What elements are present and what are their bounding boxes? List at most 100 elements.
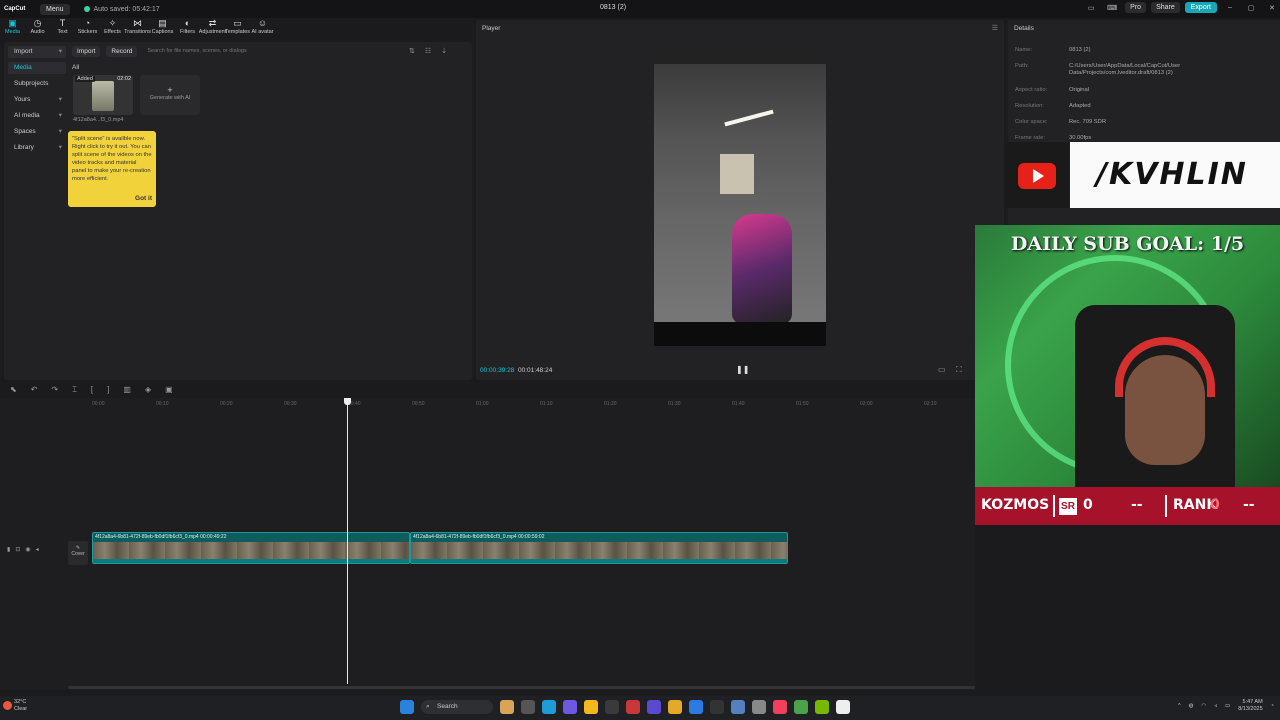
video-preview[interactable] (654, 40, 826, 346)
chevron-up-icon[interactable]: ^ (1178, 703, 1181, 709)
shortcut-icon[interactable]: ⌨ (1104, 4, 1120, 12)
cover-button[interactable]: ✎ Cover (68, 541, 88, 565)
detail-label: Frame rate: (1015, 135, 1045, 141)
sidebar-item-import[interactable]: Import ▾ (8, 46, 66, 58)
sort-icon[interactable]: ⇣ (441, 47, 447, 55)
weather-widget[interactable]: 32°C Clear (3, 699, 27, 713)
store-icon[interactable] (605, 700, 619, 714)
chrome-icon[interactable] (668, 700, 682, 714)
notification-icon[interactable]: ◔ (1271, 703, 1274, 709)
windows-start-icon[interactable] (400, 700, 414, 714)
app-icon[interactable] (794, 700, 808, 714)
time-ruler[interactable]: 00:00 00:10 00:20 00:30 00:40 00:50 01:00 01:10… (68, 398, 975, 410)
transitions-icon: ⋈ (133, 18, 142, 28)
sidebar-item-label: Import (14, 48, 33, 55)
tool-stickers[interactable]: ◔ Stickers (75, 18, 100, 40)
lock-icon[interactable]: ▮ (7, 546, 10, 553)
playhead-handle[interactable] (344, 398, 351, 405)
tool-label: Adjustment (198, 29, 227, 35)
app-icon[interactable] (689, 700, 703, 714)
share-button[interactable]: Share (1151, 2, 1180, 13)
battery-icon[interactable]: ▭ (1225, 703, 1230, 709)
shield-icon[interactable]: ◈ (145, 385, 151, 399)
chevron-down-icon: ▾ (58, 112, 62, 119)
taskbar-search[interactable]: ⌕ Search (421, 700, 493, 714)
volume-icon[interactable]: ◃ (1214, 703, 1217, 709)
maximize-icon[interactable]: ▢ (1243, 4, 1259, 12)
clock[interactable]: 5:47 AM 8/13/2025 (1238, 699, 1262, 713)
capcut-icon[interactable] (836, 700, 850, 714)
tool-text[interactable]: T Text (50, 18, 75, 40)
tool-media[interactable]: ▣ Media (0, 18, 25, 40)
layout-icon[interactable]: ▭ (1083, 4, 1099, 12)
tool-captions[interactable]: ▤ Captions (150, 18, 175, 40)
video-clip[interactable]: 4f12a8a4-6b81-472f-89eb-fb0df1fb6cf3_0.m… (92, 532, 410, 564)
sidebar-item-spaces[interactable]: Spaces ▾ (8, 126, 66, 138)
app-icon[interactable] (731, 700, 745, 714)
sidebar-item-media[interactable]: Media (8, 62, 66, 74)
audio-icon[interactable]: ◂ (36, 546, 39, 553)
app-tray-icon[interactable]: ◍ (1189, 703, 1194, 709)
media-search-input[interactable]: Search for file names, scenes, or dialog… (143, 45, 383, 57)
tool-effects[interactable]: ✧ Effects (100, 18, 125, 40)
minimize-icon[interactable]: – (1222, 4, 1238, 11)
generate-ai-card[interactable]: + Generate with AI (140, 75, 200, 115)
player-menu-icon[interactable]: ☰ (992, 24, 998, 32)
tool-adjustment[interactable]: ⇄ Adjustment (198, 18, 227, 40)
tool-filters[interactable]: ◐ Filters (175, 18, 200, 40)
timeline-scrollbar[interactable] (68, 686, 975, 689)
image-icon[interactable]: ▣ (165, 385, 173, 399)
tool-ai-avatar[interactable]: ☺ AI avatar (250, 18, 275, 40)
autosave-icon (83, 6, 90, 12)
pro-button[interactable]: Pro (1125, 2, 1147, 13)
terminal-icon[interactable] (710, 700, 724, 714)
trim-left-icon[interactable]: [ (91, 385, 93, 399)
clip-waveform (93, 559, 409, 563)
delete-icon[interactable]: ▥ (123, 385, 131, 399)
fullscreen-icon[interactable]: ⛶ (956, 365, 962, 375)
sidebar-item-ai-media[interactable]: AI media ▾ (8, 110, 66, 122)
all-filter[interactable]: All (72, 64, 79, 71)
tool-audio[interactable]: ◷ Audio (25, 18, 50, 40)
music-icon[interactable] (773, 700, 787, 714)
redo-icon[interactable]: ↷ (51, 385, 58, 399)
lock-track-icon[interactable]: ⊡ (15, 546, 20, 553)
pause-icon[interactable]: ❚❚ (736, 365, 749, 374)
menu-button[interactable]: Menu (40, 3, 70, 15)
obs-icon[interactable] (752, 700, 766, 714)
filter-icon[interactable]: ⇅ (409, 47, 415, 55)
edge-icon[interactable] (542, 700, 556, 714)
wifi-icon[interactable]: ◠ (1201, 703, 1206, 709)
media-thumbnail[interactable]: Added 02:02 (73, 75, 133, 115)
got-it-button[interactable]: Got it (135, 195, 152, 203)
export-button[interactable]: Export (1184, 2, 1217, 13)
ratio-icon[interactable]: ▭ (938, 365, 946, 374)
autosave-status: Auto saved: 05:42:17 (83, 6, 160, 13)
playhead[interactable] (347, 398, 348, 684)
record-button[interactable]: Record (106, 45, 138, 57)
widget-icon[interactable] (500, 700, 514, 714)
import-button[interactable]: Import (72, 45, 101, 57)
detail-value: Original (1069, 87, 1089, 93)
file-explorer-icon[interactable] (584, 700, 598, 714)
view-icon[interactable]: ☷ (425, 47, 431, 55)
sidebar-item-yours[interactable]: Yours ▾ (8, 94, 66, 106)
discord-icon[interactable] (647, 700, 661, 714)
sidebar-item-subprojects[interactable]: Subprojects (8, 78, 66, 90)
app-icon[interactable] (626, 700, 640, 714)
visibility-icon[interactable]: ◉ (25, 546, 30, 553)
trim-right-icon[interactable]: ] (107, 385, 109, 399)
copilot-icon[interactable] (563, 700, 577, 714)
split-icon[interactable]: ⌶ (72, 385, 77, 399)
nvidia-icon[interactable] (815, 700, 829, 714)
select-tool-icon[interactable]: ⬉ (10, 385, 17, 399)
tool-transitions[interactable]: ⋈ Transitions (124, 18, 151, 40)
timeline[interactable]: 00:00 00:10 00:20 00:30 00:40 00:50 01:00 01:10… (0, 398, 975, 690)
templates-icon: ▭ (233, 18, 242, 28)
undo-icon[interactable]: ↶ (31, 385, 38, 399)
video-clip[interactable]: 4f12a8a4-6b81-472f-89eb-fb0df1fb6cf3_0.m… (410, 532, 788, 564)
task-view-icon[interactable] (521, 700, 535, 714)
sidebar-item-library[interactable]: Library ▾ (8, 142, 66, 154)
close-icon[interactable]: ✕ (1264, 4, 1280, 12)
tool-templates[interactable]: ▭ Templates (225, 18, 250, 40)
